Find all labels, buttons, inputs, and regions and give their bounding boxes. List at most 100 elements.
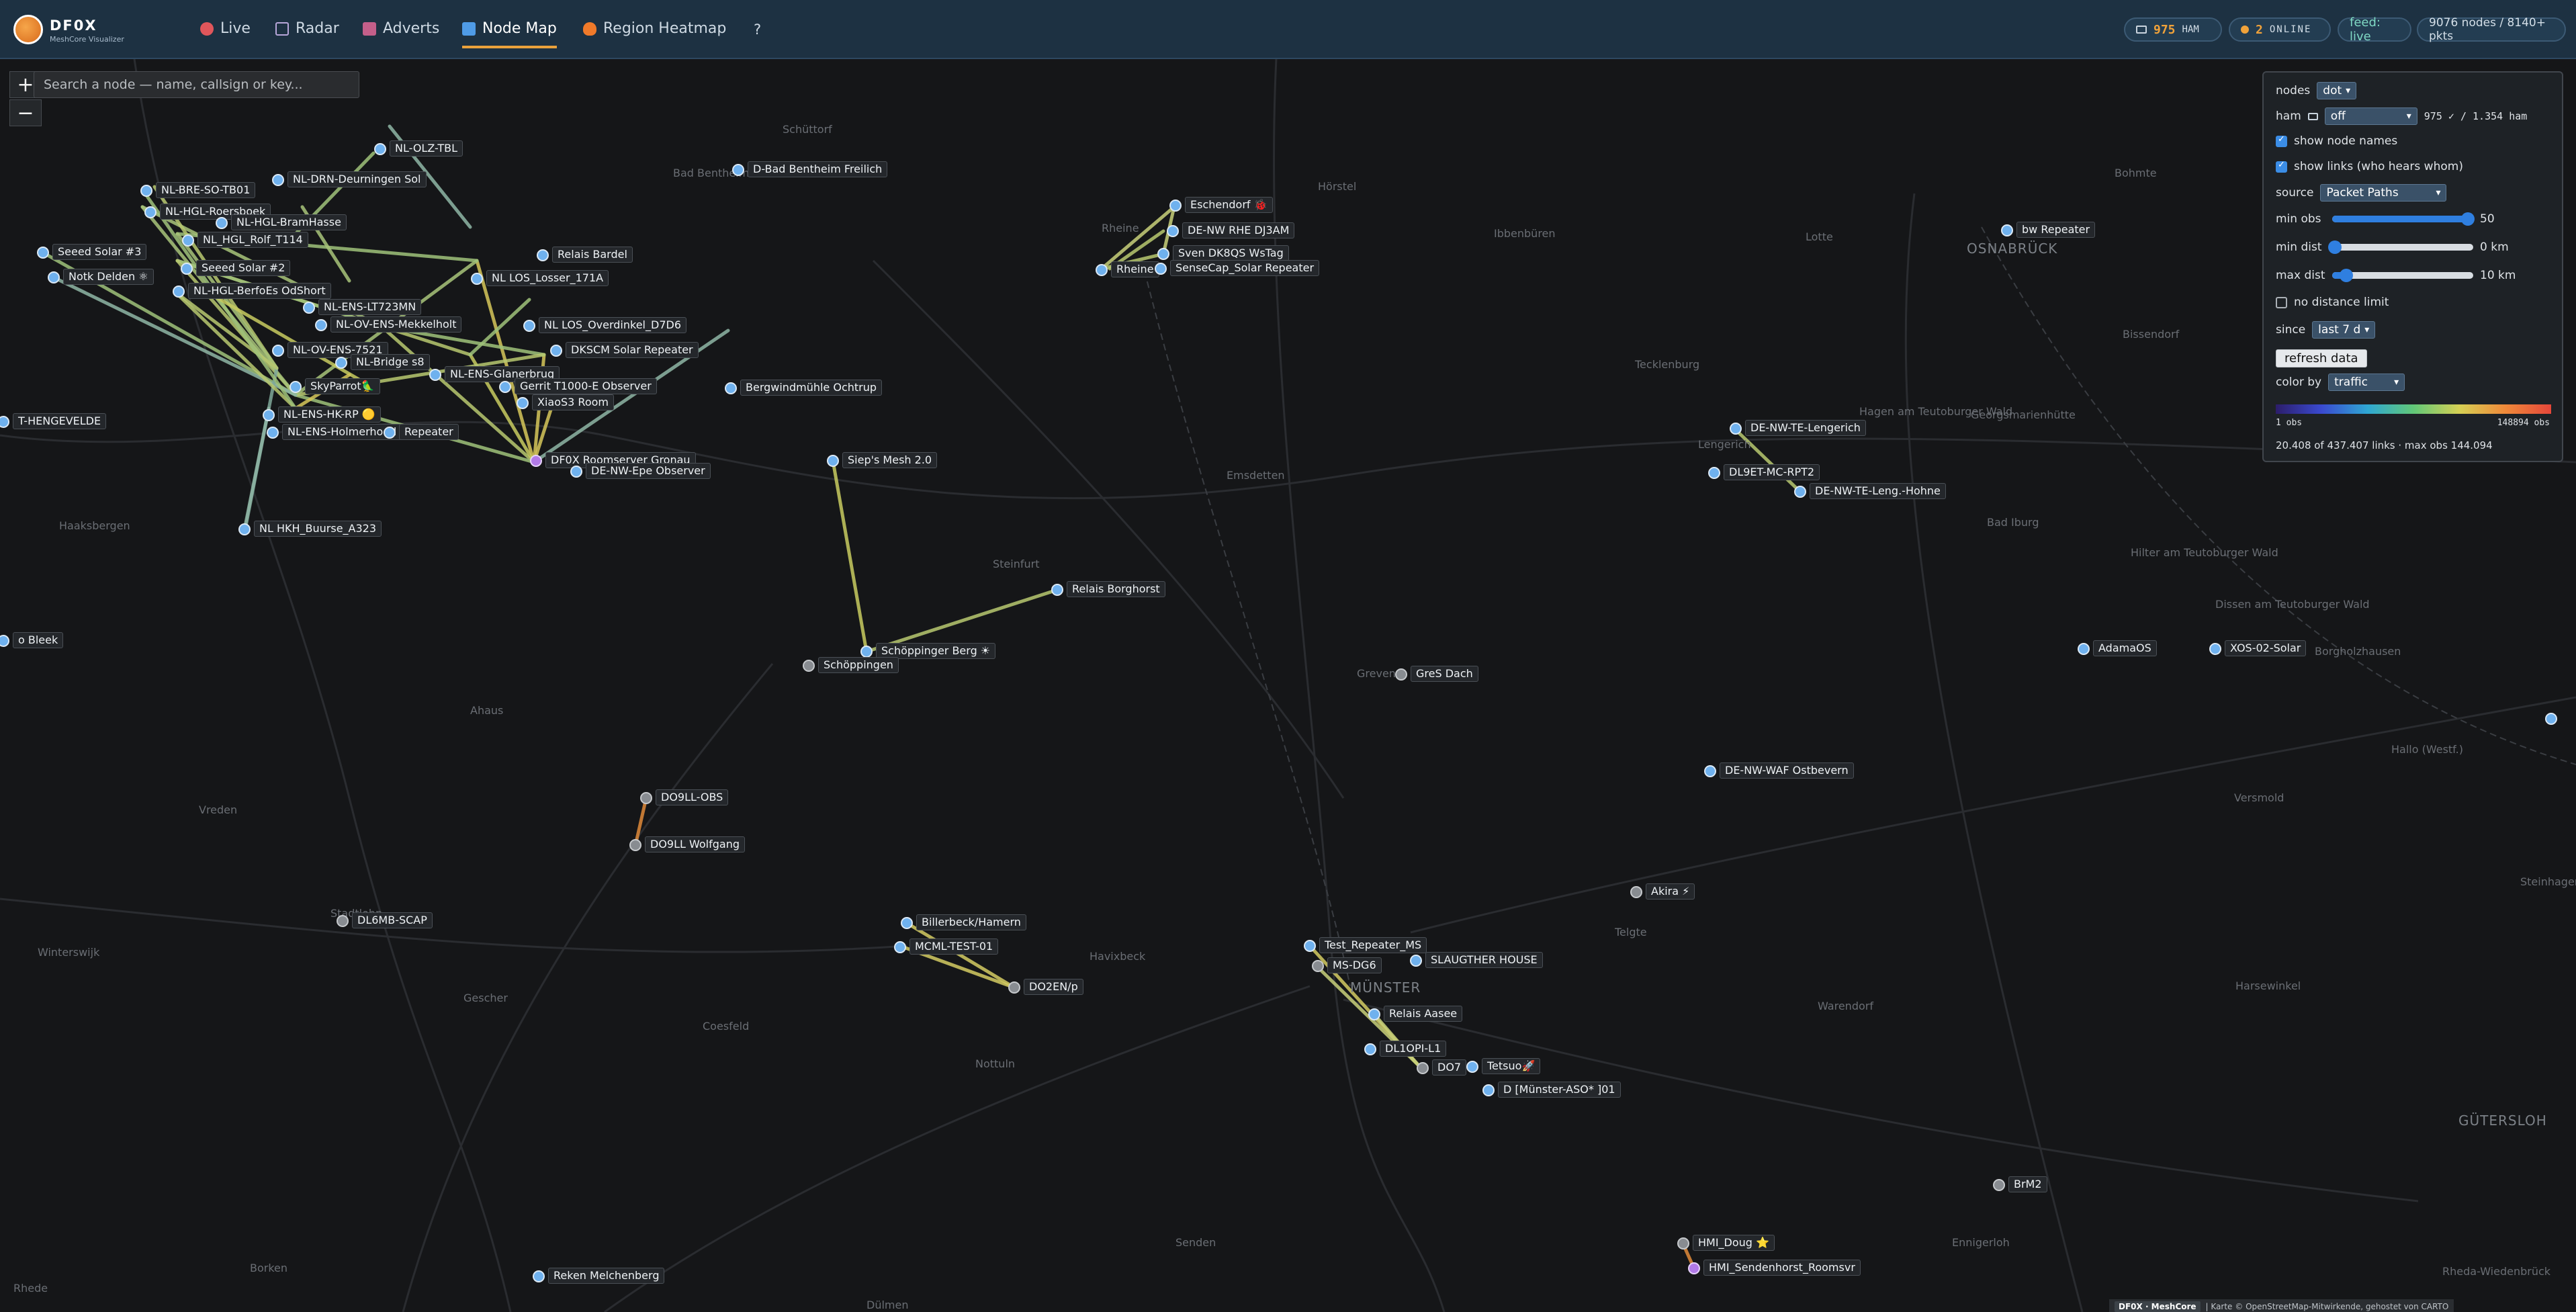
node-marker[interactable] xyxy=(374,143,386,155)
node-label[interactable]: NL-BRE-SO-TB01 xyxy=(156,182,256,198)
node-label[interactable]: DL9ET-MC-RPT2 xyxy=(1724,464,1820,480)
node-label[interactable]: DKSCM Solar Repeater xyxy=(566,342,699,358)
node-label[interactable]: Billerbeck/Hamern xyxy=(916,914,1026,930)
node-search-input[interactable] xyxy=(34,71,359,98)
node-marker[interactable] xyxy=(2545,713,2557,725)
node-label[interactable]: DE-NW-WAF Ostbevern xyxy=(1720,762,1854,779)
node-marker[interactable] xyxy=(182,234,194,247)
node-label[interactable]: Reken Melchenberg xyxy=(548,1268,665,1284)
ham-filter-select[interactable]: off xyxy=(2324,107,2417,125)
node-marker[interactable] xyxy=(1368,1008,1380,1020)
node-label[interactable]: DE-NW-TE-Leng.-Hohne xyxy=(1810,483,1946,499)
node-label[interactable]: SLAUGTHER HOUSE xyxy=(1425,952,1543,968)
node-label[interactable]: Relais Borghorst xyxy=(1067,581,1165,597)
node-label[interactable]: Siep's Mesh 2.0 xyxy=(842,452,938,468)
node-marker[interactable] xyxy=(263,409,275,421)
node-label[interactable]: NL LOS_Losser_171A xyxy=(486,270,609,286)
min-dist-slider[interactable] xyxy=(2328,240,2473,254)
node-label[interactable]: NL-OV-ENS-Mekkelholt xyxy=(330,316,462,333)
tab-live[interactable]: Live xyxy=(200,20,251,44)
node-link[interactable] xyxy=(242,406,271,531)
node-marker[interactable] xyxy=(2209,643,2221,655)
node-label[interactable]: BrM2 xyxy=(2008,1176,2047,1192)
node-label[interactable]: HMI_Doug ⭐ xyxy=(1693,1235,1775,1251)
node-marker[interactable] xyxy=(732,164,744,176)
node-label[interactable]: NL-ENS-LT723MN xyxy=(318,299,422,315)
node-label[interactable]: DO9LL-OBS xyxy=(656,789,729,805)
node-marker[interactable] xyxy=(216,217,228,229)
node-link[interactable] xyxy=(175,232,279,370)
node-marker[interactable] xyxy=(48,271,60,283)
node-label[interactable]: NL-DRN-Deurningen Sol xyxy=(287,171,427,187)
node-marker[interactable] xyxy=(725,382,737,394)
node-label[interactable]: Gerrit T1000-E Observer xyxy=(515,378,657,394)
node-label[interactable]: Test_Repeater_MS xyxy=(1319,937,1427,953)
node-label[interactable]: Bergwindmühle Ochtrup xyxy=(740,380,883,396)
slider-handle[interactable] xyxy=(2460,212,2475,226)
node-marker[interactable] xyxy=(1630,886,1642,898)
show-node-names-checkbox[interactable] xyxy=(2276,134,2287,147)
node-label[interactable]: DO7 xyxy=(1432,1059,1467,1076)
node-marker[interactable] xyxy=(1008,981,1020,994)
node-marker[interactable] xyxy=(1051,584,1063,596)
node-marker[interactable] xyxy=(901,917,913,929)
min-obs-slider[interactable] xyxy=(2332,212,2475,226)
node-marker[interactable] xyxy=(1704,765,1716,777)
node-marker[interactable] xyxy=(272,345,284,357)
node-label[interactable]: MCML-TEST-01 xyxy=(909,938,999,955)
node-marker[interactable] xyxy=(1417,1062,1429,1074)
node-label[interactable]: DE-NW-Epe Observer xyxy=(586,463,711,479)
node-marker[interactable] xyxy=(1677,1237,1689,1250)
help-button[interactable]: ? xyxy=(754,21,761,38)
refresh-data-button[interactable]: refresh data xyxy=(2276,349,2367,367)
node-marker[interactable] xyxy=(2078,643,2090,655)
node-label[interactable]: NL-Bridge s8 xyxy=(351,354,430,370)
source-select[interactable]: Packet Paths xyxy=(2320,184,2447,202)
node-marker[interactable] xyxy=(337,915,349,927)
logo[interactable] xyxy=(13,15,43,44)
node-label[interactable]: SkyParrot🦜 xyxy=(305,378,380,394)
feed-status-badge[interactable]: feed: live xyxy=(2338,15,2411,44)
node-label[interactable]: Seeed Solar #2 xyxy=(196,260,291,276)
node-label[interactable]: DO9LL Wolfgang xyxy=(645,836,746,852)
zoom-out-button[interactable]: − xyxy=(9,99,42,126)
node-marker[interactable] xyxy=(1364,1043,1376,1055)
node-marker[interactable] xyxy=(860,646,873,658)
node-marker[interactable] xyxy=(1708,467,1720,479)
node-marker[interactable] xyxy=(517,397,529,409)
node-marker[interactable] xyxy=(1157,248,1169,260)
node-label[interactable]: NL-OLZ-TBL xyxy=(390,140,463,157)
node-label[interactable]: DL1OPI-L1 xyxy=(1380,1041,1447,1057)
node-marker[interactable] xyxy=(570,466,582,478)
node-label[interactable]: Akira ⚡ xyxy=(1646,883,1695,900)
nodes-select[interactable]: dot xyxy=(2317,82,2357,99)
node-label[interactable]: NL_HGL_Rolf_T114 xyxy=(197,232,308,248)
node-label[interactable]: Rheine xyxy=(1111,261,1159,277)
node-marker[interactable] xyxy=(144,206,157,218)
node-label[interactable]: D [Münster-ASO* ]01 xyxy=(1498,1082,1621,1098)
node-label[interactable]: NL-HGL-BramHasse xyxy=(231,214,347,230)
node-marker[interactable] xyxy=(1304,940,1316,952)
node-link[interactable] xyxy=(1372,1012,1421,1067)
node-marker[interactable] xyxy=(1466,1061,1478,1073)
node-label[interactable]: DE-NW-TE-Lengerich xyxy=(1745,420,1866,436)
ham-count-badge[interactable]: 975 HAM xyxy=(2124,17,2222,42)
node-label[interactable]: XOS-02-Solar xyxy=(2225,640,2307,656)
node-link[interactable] xyxy=(831,459,869,654)
node-marker[interactable] xyxy=(533,1270,545,1282)
node-marker[interactable] xyxy=(384,427,396,439)
node-marker[interactable] xyxy=(1096,264,1108,276)
tab-radar[interactable]: Radar xyxy=(275,20,339,44)
node-label[interactable]: MS-DG6 xyxy=(1327,957,1382,973)
since-select[interactable]: last 7 d xyxy=(2312,321,2376,339)
node-label[interactable]: DO2EN/p xyxy=(1024,979,1083,995)
node-label[interactable]: HMI_Sendenhorst_Roomsvr xyxy=(1703,1260,1861,1276)
color-by-select[interactable]: traffic xyxy=(2328,374,2405,391)
node-marker[interactable] xyxy=(1169,200,1182,212)
node-label[interactable]: Repeater xyxy=(399,424,459,440)
tab-adverts[interactable]: Adverts xyxy=(363,20,439,44)
node-label[interactable]: NL LOS_Overdinkel_D7D6 xyxy=(539,317,686,333)
node-marker[interactable] xyxy=(1167,225,1179,237)
node-marker[interactable] xyxy=(272,174,284,186)
node-map[interactable]: Schüttorf Bad Bentheim Hörstel Ibbenbüren Rh… xyxy=(0,59,2576,1312)
